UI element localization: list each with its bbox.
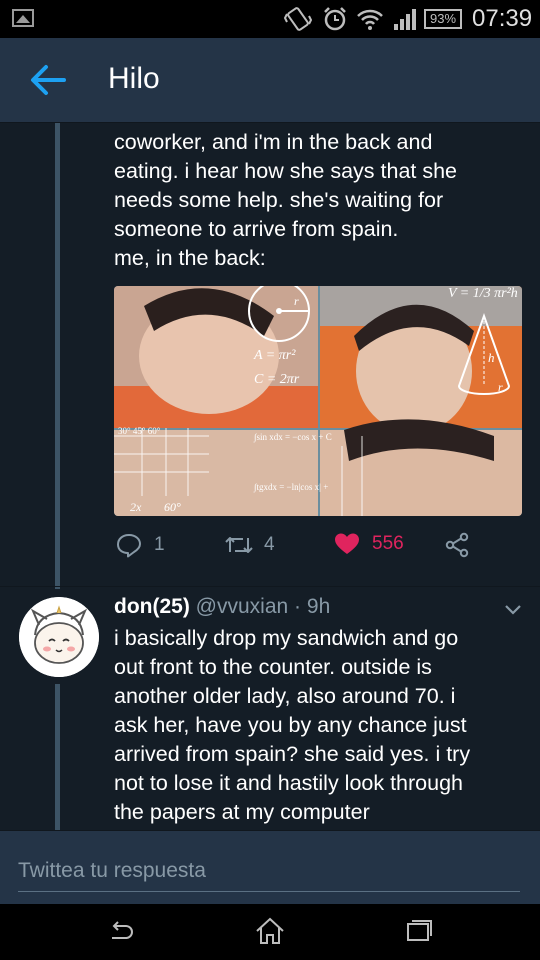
retweet-icon — [225, 537, 253, 553]
home-icon — [256, 917, 284, 944]
chevron-down-icon — [505, 605, 521, 615]
tweet-text-line: i basically drop my sandwich and go — [114, 626, 459, 650]
reply-action[interactable]: 1 — [116, 532, 165, 558]
tweet-media-image[interactable]: r A = πr² C = 2πr V = 1/3 πr²h h r 30° 4… — [114, 286, 522, 516]
recents-icon — [407, 920, 432, 941]
nav-home-button[interactable] — [254, 916, 286, 951]
system-nav-bar — [0, 904, 540, 960]
meme-label: ∫sin xdx = −cos x + C — [254, 432, 332, 442]
tweet-text-line: coworker, and i'm in the back and — [114, 130, 433, 154]
tweet-menu-button[interactable] — [502, 598, 524, 625]
tweet-text-line: arrived from spain? she said yes. i try — [114, 742, 471, 766]
page-title: Hilo — [108, 62, 160, 95]
tweet-text-line: the papers at my computer — [114, 800, 370, 824]
reply-icon — [117, 534, 141, 558]
meme-label: A = πr² — [254, 348, 296, 363]
tweet-time: 9h — [306, 595, 331, 618]
nav-back-button[interactable] — [106, 916, 136, 951]
like-action[interactable]: 556 — [334, 532, 404, 556]
reply-input[interactable] — [18, 851, 520, 892]
tweet-divider — [0, 586, 540, 587]
meme-label: 30° 45° 60° — [118, 426, 161, 436]
thread-line-top — [55, 123, 60, 589]
meta-separator: · — [294, 595, 302, 618]
meme-label: h — [488, 350, 495, 365]
author-handle[interactable]: @vvuxian — [196, 595, 289, 618]
tweet-text-line: not to lose it and hastily look through — [114, 771, 463, 795]
reply-count: 1 — [154, 534, 165, 555]
tweet-text-line: out front to the counter. outside is — [114, 655, 432, 679]
avatar-drawing — [19, 597, 99, 677]
back-arrow-icon — [31, 65, 66, 95]
wifi-icon — [356, 6, 384, 38]
heart-icon — [335, 533, 359, 554]
meme-formula-labels: r A = πr² C = 2πr V = 1/3 πr²h h r 30° 4… — [114, 286, 522, 516]
meme-label: ∫tgxdx = −ln|cos x| + — [254, 482, 329, 492]
app-header: Hilo — [0, 38, 540, 123]
tweet-text: i basically drop my sandwich and go out … — [114, 624, 524, 827]
meme-label: 60° — [164, 500, 181, 514]
tweet-text-line: me, in the back: — [114, 246, 266, 270]
alarm-icon — [322, 6, 348, 38]
back-icon — [112, 921, 133, 939]
meme-label: V = 1/3 πr²h — [448, 286, 518, 301]
tweet-author: don(25) @vvuxian · 9h — [114, 594, 330, 620]
thread-line-bottom — [55, 684, 60, 830]
nav-recents-button[interactable] — [404, 916, 434, 951]
vibrate-icon — [283, 6, 313, 38]
share-icon — [445, 532, 469, 558]
author-name[interactable]: don(25) — [114, 595, 190, 618]
like-count: 556 — [372, 533, 404, 554]
battery-indicator: 93% — [424, 9, 462, 29]
avatar[interactable] — [19, 597, 99, 677]
back-button[interactable] — [26, 60, 70, 100]
retweet-count: 4 — [264, 534, 275, 555]
status-bar: 93% 07:39 — [0, 0, 540, 38]
status-time: 07:39 — [472, 5, 533, 32]
reply-composer — [0, 830, 540, 905]
meme-label: r — [498, 380, 503, 394]
tweet-text: coworker, and i'm in the back and eating… — [114, 128, 524, 273]
tweet-text-line: needs some help. she's waiting for — [114, 188, 444, 212]
signal-icon — [392, 6, 418, 38]
tweet-text-line: someone to arrive from spain. — [114, 217, 399, 241]
meme-label: 2x — [130, 500, 142, 514]
tweet-text-line: another older lady, also around 70. i — [114, 684, 456, 708]
retweet-action[interactable]: 4 — [224, 532, 275, 558]
meme-label: C = 2πr — [254, 372, 300, 387]
tweet-text-line: ask her, have you by any chance just — [114, 713, 467, 737]
gallery-notification-icon — [12, 9, 34, 27]
meme-label: r — [294, 294, 299, 308]
share-action[interactable] — [444, 532, 470, 558]
tweet-text-line: eating. i hear how she says that she — [114, 159, 458, 183]
